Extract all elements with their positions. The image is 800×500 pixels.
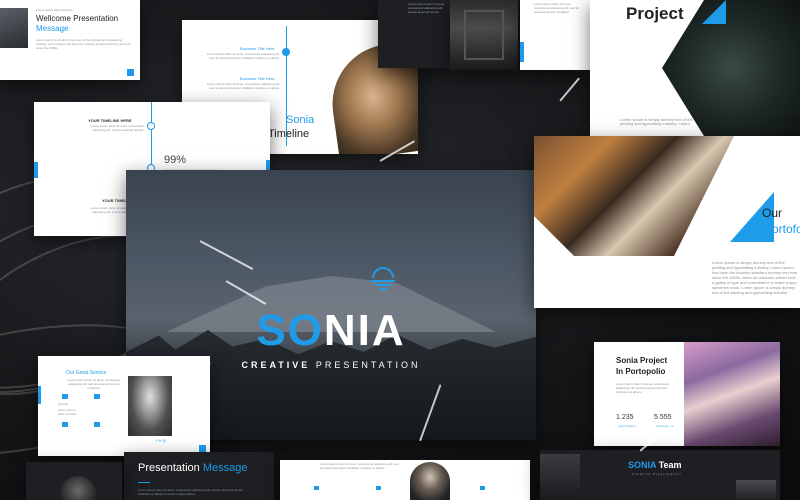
portfolio-title: Our xyxy=(762,206,783,220)
portfolio-title-accent: Portofolio xyxy=(764,222,800,236)
percent-value: 99% xyxy=(164,154,187,166)
service-item-body: Lorem ipsum dolor sit amet xyxy=(58,408,77,416)
briefcase-icon xyxy=(94,394,100,399)
team-title-rest: Team xyxy=(658,460,682,470)
service-title: Our Great Service xyxy=(66,370,107,376)
masked-man-photo xyxy=(410,462,450,500)
woman-city-photo xyxy=(534,136,734,256)
project-title: Project xyxy=(626,4,684,23)
slide-badge xyxy=(199,445,206,452)
bald-portrait-photo xyxy=(128,376,172,436)
presentation-title: Presentation Message xyxy=(138,462,247,474)
stat2-value: 5.555 xyxy=(654,414,672,421)
slide-project[interactable]: Project Lorem Ipsum is simply dummy text… xyxy=(590,0,800,136)
hero-title-rest: NIA xyxy=(323,306,406,355)
accent-bar xyxy=(34,162,38,178)
presentation-body: Lorem ipsum dolor sit amet, consectetur … xyxy=(138,488,244,496)
slide-sonia-project[interactable]: Sonia Project In Portopolio Lorem ipsum … xyxy=(594,342,780,446)
slide-lorem-top[interactable]: Lorem ipsum dolor sit amet, consectetur … xyxy=(520,0,590,70)
timeline-heading-b: Business Title Here xyxy=(240,76,275,81)
stat1-label: Lorem ipsum xyxy=(618,424,636,428)
accent-bar xyxy=(520,42,524,62)
slide-welcome[interactable]: Lorem ipsum dolor sit amet Wellcome Pres… xyxy=(0,0,140,80)
timeline-dot xyxy=(282,48,290,56)
sunset-icon xyxy=(371,267,395,290)
timeline-dot xyxy=(147,122,155,130)
slide-dark-text[interactable]: Lorem ipsum dolor sit amet, consectetur … xyxy=(378,0,450,68)
stat1-value: 1.235 xyxy=(616,414,634,421)
team-title-accent: SONIA xyxy=(628,460,657,470)
welcome-title: Wellcome Presentation xyxy=(36,14,119,23)
dark-slide-body: Lorem ipsum dolor sit amet, consectetur … xyxy=(408,2,446,14)
home-icon xyxy=(314,486,319,490)
slide-portfolio[interactable]: Our Portofolio Lorem Ipsum is simply dum… xyxy=(534,136,800,308)
timeline-body-top: Lorem ipsum dolor sit amet, consectetur … xyxy=(90,124,144,132)
portfolio-body: Lorem Ipsum is simply dummy text of the … xyxy=(712,260,798,295)
service-body: Lorem ipsum dolor sit amet, consectetur … xyxy=(67,378,121,390)
welcome-title-accent: Message xyxy=(36,24,69,33)
woman-neon-photo xyxy=(684,342,780,446)
welcome-photo xyxy=(0,8,28,48)
team-photo-left xyxy=(540,454,580,500)
slide-doorway-photo[interactable] xyxy=(450,0,518,70)
timeline-body-a: Lorem ipsum dolor sit amet, consectetur … xyxy=(206,52,280,60)
team-title: SONIA Team xyxy=(628,460,682,470)
sonia-project-title: Sonia Project xyxy=(616,356,668,365)
team-subtitle: Creative Presentation xyxy=(632,472,682,476)
service-item-label: Service xyxy=(58,402,69,406)
hero-subtitle-accent: CREATIVE xyxy=(241,360,311,370)
light-streak xyxy=(559,77,581,102)
accent-bar xyxy=(38,386,41,404)
sonia-project-body: Lorem ipsum dolor sit amet, consectetur … xyxy=(616,382,670,394)
slide-badge xyxy=(127,69,134,76)
dark-portrait-photo xyxy=(60,476,96,500)
welcome-caption: Lorem ipsum dolor sit amet xyxy=(36,8,73,12)
slide-bottom-photo[interactable] xyxy=(26,462,122,500)
project-body: Lorem Ipsum is simply dummy text of the … xyxy=(620,117,693,126)
sonia-title: Sonia xyxy=(286,114,315,126)
presentation-title-accent: Message xyxy=(202,462,248,474)
chat-icon xyxy=(480,486,485,490)
hero-title: SONIA xyxy=(126,306,536,356)
title-underline xyxy=(138,482,150,483)
slide-presentation-message[interactable]: Presentation Message Lorem ipsum dolor s… xyxy=(124,452,274,500)
timeline-heading-top: YOUR TIMELINE HERE xyxy=(88,118,132,123)
star-icon xyxy=(94,422,100,427)
bottom-center-body: Lorem ipsum dolor sit amet, consectetur … xyxy=(320,462,399,470)
team-photo-right xyxy=(736,480,776,500)
doorway-frame xyxy=(464,10,504,60)
timeline-title: Timeline xyxy=(268,128,310,140)
timeline-heading-a: Business Title Here xyxy=(240,46,275,51)
presentation-title-main: Presentation xyxy=(138,462,200,474)
mockup-stage: Lorem ipsum dolor sit amet Wellcome Pres… xyxy=(0,0,800,500)
welcome-body: Lorem ipsum is simply dummy text of the … xyxy=(36,38,131,50)
briefcase-icon xyxy=(376,486,381,490)
slide-sonia-team[interactable]: SONIA Team Creative Presentation xyxy=(540,450,780,500)
hero-title-accent: SO xyxy=(256,306,324,355)
home-icon xyxy=(62,394,68,399)
slide-service[interactable]: Our Great Service Lorem ipsum dolor sit … xyxy=(38,356,210,456)
slide-bottom-center[interactable]: Lorem ipsum dolor sit amet, consectetur … xyxy=(280,460,530,500)
hero-subtitle-rest: PRESENTATION xyxy=(315,360,421,370)
sonia-project-subtitle: In Portopolio xyxy=(616,367,666,376)
lorem-top-body: Lorem ipsum dolor sit amet, consectetur … xyxy=(534,2,580,14)
chat-icon xyxy=(62,422,68,427)
social-icons: f ✈ ◎ xyxy=(156,438,167,443)
timeline-body-b: Lorem ipsum dolor sit amet, consectetur … xyxy=(206,82,280,90)
